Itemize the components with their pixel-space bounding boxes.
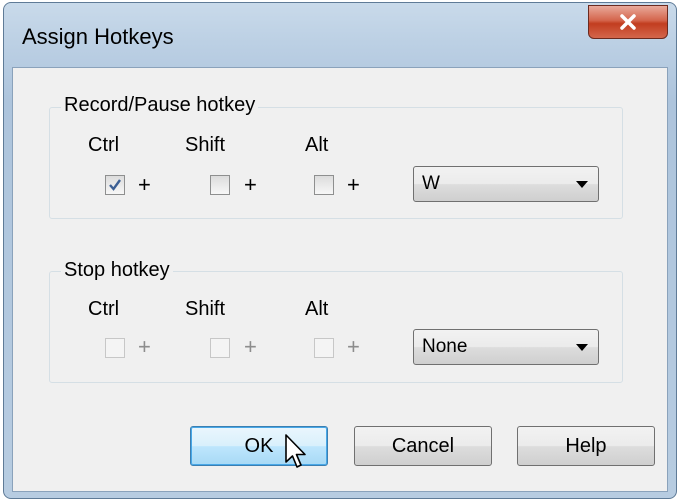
help-button[interactable]: Help	[517, 426, 655, 466]
record-pause-group	[49, 107, 623, 219]
record-shift-checkbox[interactable]	[210, 175, 230, 195]
stop-alt-plus: +	[347, 334, 360, 359]
chevron-down-icon	[576, 181, 588, 188]
window-title: Assign Hotkeys	[22, 24, 174, 49]
cancel-button[interactable]: Cancel	[354, 426, 492, 466]
stop-key-select[interactable]: None	[413, 329, 599, 365]
record-alt-checkbox[interactable]	[314, 175, 334, 195]
stop-group-label: Stop hotkey	[61, 259, 173, 282]
stop-ctrl-plus: +	[138, 334, 151, 359]
record-shift-plus: +	[244, 172, 257, 197]
record-key-select[interactable]: W	[413, 166, 599, 202]
dialog-window: Assign Hotkeys Record/Pause hotkey Ctrl …	[3, 2, 677, 499]
stop-ctrl-label: Ctrl	[88, 298, 120, 320]
record-pause-group-label: Record/Pause hotkey	[61, 94, 259, 117]
stop-alt-label: Alt	[305, 298, 329, 320]
mouse-pointer-icon	[285, 434, 306, 468]
record-shift-label: Shift	[185, 134, 226, 156]
stop-alt-checkbox[interactable]	[314, 338, 334, 358]
stop-shift-label: Shift	[185, 298, 226, 320]
record-key-value: W	[422, 173, 440, 194]
stop-ctrl-checkbox[interactable]	[105, 338, 125, 358]
stop-shift-plus: +	[244, 334, 257, 359]
stop-shift-checkbox[interactable]	[210, 338, 230, 358]
close-icon	[620, 14, 636, 30]
stop-group	[49, 271, 623, 383]
stop-key-value: None	[422, 336, 468, 357]
record-ctrl-plus: +	[138, 172, 151, 197]
record-ctrl-checkbox[interactable]	[105, 175, 125, 195]
record-alt-label: Alt	[305, 134, 329, 156]
record-alt-plus: +	[347, 172, 360, 197]
dialog-client-area: Record/Pause hotkey Ctrl Shift Alt + + +…	[12, 67, 668, 492]
record-ctrl-label: Ctrl	[88, 134, 120, 156]
chevron-down-icon	[576, 344, 588, 351]
close-button[interactable]	[588, 5, 668, 39]
checkmark-icon	[109, 179, 121, 191]
